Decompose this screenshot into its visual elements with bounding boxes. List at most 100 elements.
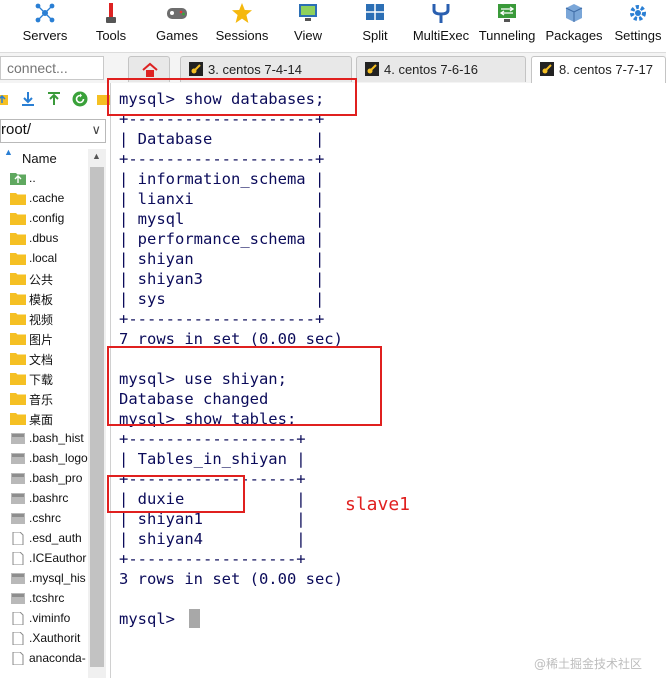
file-icon bbox=[11, 433, 25, 444]
file-row[interactable]: .cache bbox=[0, 189, 88, 209]
file-row[interactable]: anaconda- bbox=[0, 649, 88, 669]
tunneling-button[interactable]: Tunneling bbox=[476, 0, 538, 48]
document-icon bbox=[12, 652, 24, 665]
annotation-box-duxie bbox=[107, 475, 245, 513]
file-row[interactable]: 模板 bbox=[0, 289, 88, 309]
main-toolbar: Servers Tools Games Sessions View Split … bbox=[0, 0, 666, 48]
file-name: 视频 bbox=[29, 313, 54, 327]
file-row[interactable]: .config bbox=[0, 209, 88, 229]
refresh-icon[interactable] bbox=[72, 91, 88, 107]
games-button[interactable]: Games bbox=[150, 0, 204, 48]
scrollbar-thumb[interactable] bbox=[90, 167, 104, 667]
sort-arrow-icon: ▲ bbox=[4, 147, 13, 157]
tools-button[interactable]: Tools bbox=[84, 0, 138, 48]
file-row[interactable]: 图片 bbox=[0, 329, 88, 349]
upload-icon[interactable] bbox=[46, 91, 62, 107]
tab-session-4[interactable]: 4. centos 7-6-16 bbox=[356, 56, 526, 82]
file-row[interactable]: 桌面 bbox=[0, 409, 88, 429]
terminal-line: | shiyan3 | bbox=[119, 270, 325, 288]
packages-button[interactable]: Packages bbox=[544, 0, 604, 48]
scroll-up-icon[interactable]: ▲ bbox=[92, 151, 101, 161]
file-row[interactable]: 视频 bbox=[0, 309, 88, 329]
file-row[interactable]: .local bbox=[0, 249, 88, 269]
toolbar-label: Games bbox=[156, 28, 198, 43]
annotation-label: slave1 bbox=[345, 494, 411, 515]
toolbar-label: Split bbox=[362, 28, 388, 43]
toolbar-label: Packages bbox=[545, 28, 603, 43]
folder-icon bbox=[10, 353, 26, 365]
file-name: 下载 bbox=[29, 373, 54, 387]
file-name: .esd_auth bbox=[29, 531, 82, 545]
file-name: .cshrc bbox=[29, 511, 62, 525]
file-name: .bashrc bbox=[29, 491, 69, 505]
file-row[interactable]: 公共 bbox=[0, 269, 88, 289]
split-button[interactable]: Split bbox=[350, 0, 400, 48]
file-row[interactable]: .bash_pro bbox=[0, 469, 88, 489]
file-list-header[interactable]: ▲ Name bbox=[0, 147, 88, 169]
view-button[interactable]: View bbox=[284, 0, 332, 48]
file-row[interactable]: .bash_logo bbox=[0, 449, 88, 469]
tab-label: 3. centos 7-4-14 bbox=[208, 62, 302, 77]
terminal-line: | performance_schema | bbox=[119, 230, 325, 248]
terminal-line: +------------------+ bbox=[119, 430, 306, 448]
toolbar-label: Sessions bbox=[215, 28, 269, 43]
file-row[interactable]: .bashrc bbox=[0, 489, 88, 509]
toolbar-label: Tunneling bbox=[478, 28, 536, 43]
folder-icon bbox=[10, 233, 26, 245]
toolbar-label: View bbox=[294, 28, 322, 43]
file-row[interactable]: .cshrc bbox=[0, 509, 88, 529]
toolbar-label: Tools bbox=[95, 28, 127, 43]
file-row[interactable]: .Xauthorit bbox=[0, 629, 88, 649]
toolbar-label: Servers bbox=[22, 28, 68, 43]
terminal-pane[interactable]: mysql> show databases; +-----------------… bbox=[107, 78, 666, 678]
file-row[interactable]: .dbus bbox=[0, 229, 88, 249]
file-name: .config bbox=[29, 211, 65, 225]
toolbar-label: MultiExec bbox=[412, 28, 470, 43]
download-icon[interactable] bbox=[20, 91, 36, 107]
folder-up-icon[interactable] bbox=[0, 91, 10, 107]
tools-icon bbox=[106, 3, 116, 23]
file-row[interactable]: .viminfo bbox=[0, 609, 88, 629]
terminal-line: 3 rows in set (0.00 sec) bbox=[119, 570, 343, 588]
remote-path-select[interactable]: root/ ∨ bbox=[0, 119, 106, 143]
servers-button[interactable]: Servers bbox=[12, 0, 78, 48]
file-row[interactable]: .mysql_his bbox=[0, 569, 88, 589]
folder-icon bbox=[10, 413, 26, 425]
gamepad-icon bbox=[167, 8, 187, 19]
file-row[interactable]: .bash_hist bbox=[0, 429, 88, 449]
file-name: 文档 bbox=[29, 353, 54, 367]
folder-icon bbox=[10, 393, 26, 405]
file-row[interactable]: 音乐 bbox=[0, 389, 88, 409]
settings-button[interactable]: Settings bbox=[612, 0, 664, 48]
tab-session-8[interactable]: 8. centos 7-7-17 bbox=[531, 56, 666, 84]
sidebar-scrollbar[interactable]: ▲ bbox=[88, 149, 106, 678]
file-icon bbox=[11, 473, 25, 484]
file-row[interactable]: .. bbox=[0, 169, 88, 189]
folder-icon bbox=[10, 193, 26, 205]
multiexec-button[interactable]: MultiExec bbox=[410, 0, 472, 48]
terminal-line: +------------------+ bbox=[119, 550, 306, 568]
file-row[interactable]: .ICEauthor bbox=[0, 549, 88, 569]
sessions-button[interactable]: Sessions bbox=[212, 0, 272, 48]
document-icon bbox=[12, 552, 24, 565]
quick-connect-input[interactable] bbox=[0, 56, 104, 80]
folder-icon bbox=[10, 253, 26, 265]
file-row[interactable]: .esd_auth bbox=[0, 529, 88, 549]
file-name: 公共 bbox=[29, 273, 54, 287]
file-icon bbox=[11, 593, 25, 604]
terminal-line: | mysql | bbox=[119, 210, 325, 228]
file-row[interactable]: .tcshrc bbox=[0, 589, 88, 609]
file-name: .cache bbox=[29, 191, 65, 205]
file-name: 桌面 bbox=[29, 413, 54, 427]
file-icon bbox=[11, 453, 25, 464]
file-list: .. .cache .config .dbus .local 公共模板视频图片文档下载音乐… bbox=[0, 169, 88, 669]
file-row[interactable]: 文档 bbox=[0, 349, 88, 369]
file-name: 音乐 bbox=[29, 393, 54, 407]
file-name: .. bbox=[29, 171, 36, 185]
file-name: .tcshrc bbox=[29, 591, 65, 605]
fork-icon bbox=[432, 4, 450, 23]
file-name: .bash_hist bbox=[29, 431, 84, 445]
document-icon bbox=[12, 532, 24, 545]
terminal-line: mysql> bbox=[119, 610, 185, 628]
file-row[interactable]: 下载 bbox=[0, 369, 88, 389]
